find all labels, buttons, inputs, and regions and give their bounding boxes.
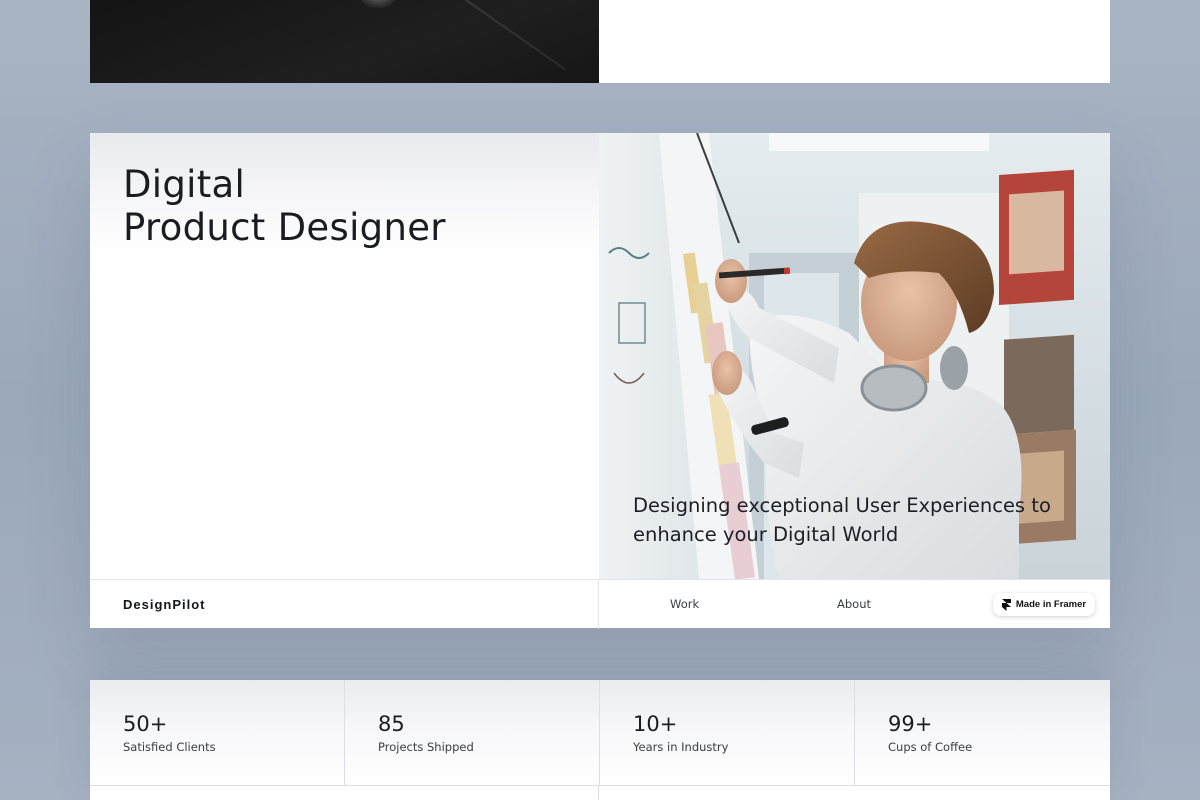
stat-projects-shipped: 85 Projects Shipped (345, 680, 600, 785)
stat-years-in-industry: 10+ Years in Industry (600, 680, 855, 785)
hero-card: Digital Product Designer (90, 133, 1110, 628)
page-title: Digital Product Designer (123, 163, 446, 249)
title-line-1: Digital (123, 163, 446, 206)
stat-label: Cups of Coffee (888, 740, 972, 754)
footer-divider (598, 580, 599, 629)
previous-section-panel (599, 0, 1110, 83)
dark-product-image (90, 0, 599, 83)
stats-section: 50+ Satisfied Clients 85 Projects Shippe… (90, 680, 1110, 800)
nav-link-work[interactable]: Work (670, 597, 699, 611)
made-in-framer-label: Made in Framer (1016, 599, 1086, 610)
made-in-framer-badge[interactable]: Made in Framer (993, 593, 1095, 616)
stat-value: 50+ (123, 712, 167, 736)
framer-icon (1002, 599, 1011, 611)
title-line-2: Product Designer (123, 206, 446, 249)
previous-section-card (90, 0, 1110, 83)
hero-photo: Designing exceptional User Experiences t… (599, 133, 1110, 579)
brand-logo[interactable]: DesignPilot (123, 597, 206, 612)
stat-cups-of-coffee: 99+ Cups of Coffee (855, 680, 1110, 785)
hero-caption: Designing exceptional User Experiences t… (633, 491, 1053, 549)
hero-footer: DesignPilot Work About Made in Framer (90, 579, 1110, 628)
stat-value: 99+ (888, 712, 932, 736)
stat-value: 85 (378, 712, 405, 736)
stat-value: 10+ (633, 712, 677, 736)
stat-label: Projects Shipped (378, 740, 474, 754)
stat-satisfied-clients: 50+ Satisfied Clients (90, 680, 345, 785)
stat-label: Years in Industry (633, 740, 728, 754)
device-knob (358, 0, 398, 8)
hero-text-panel: Digital Product Designer (90, 133, 599, 579)
next-row-edge (90, 785, 1110, 800)
next-row-divider (598, 786, 599, 800)
stat-label: Satisfied Clients (123, 740, 216, 754)
device-edge (450, 0, 566, 70)
nav-link-about[interactable]: About (837, 597, 871, 611)
